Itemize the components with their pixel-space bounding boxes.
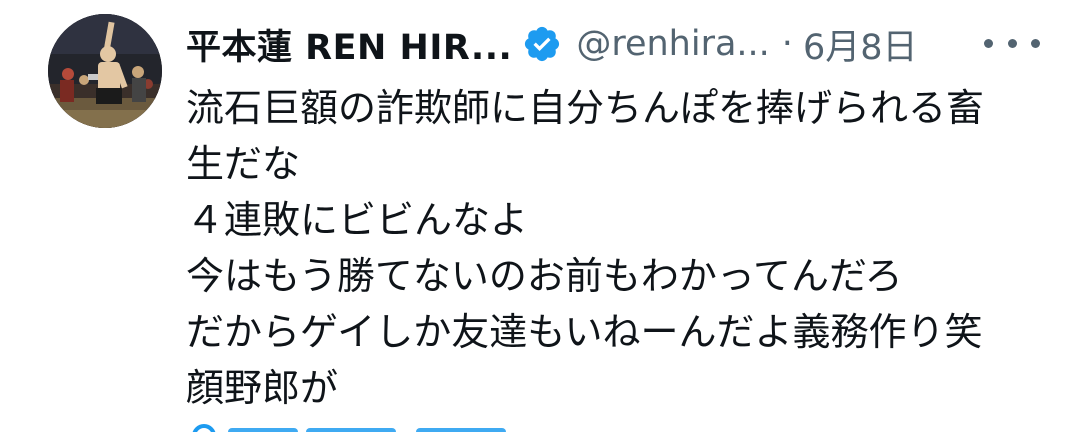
more-dot	[1007, 38, 1017, 48]
user-handle[interactable]: @renhira...	[576, 24, 769, 64]
globe-icon	[192, 424, 216, 432]
more-dot	[1031, 38, 1040, 48]
more-dot	[984, 38, 993, 48]
tweet-text-line: ４連敗にビビんなよ	[186, 198, 529, 242]
cutoff-text	[228, 428, 298, 432]
display-name[interactable]: 平本蓮 REN HIR...	[186, 19, 512, 70]
separator-dot: ·	[781, 24, 793, 64]
avatar[interactable]	[48, 14, 162, 128]
cutoff-text	[416, 428, 506, 432]
tweet-text-line: 今はもう勝てないのお前もわかってんだろ	[186, 254, 903, 298]
tweet-text-line: だからゲイしか友達もいねーんだよ義務作り笑	[186, 310, 983, 354]
tweet[interactable]: 平本蓮 REN HIR... @renhira... · 6月8日 流石巨額の詐…	[0, 0, 1080, 432]
tweet-header: 平本蓮 REN HIR... @renhira... · 6月8日	[186, 20, 917, 68]
translate-link-cutoff	[186, 420, 516, 432]
more-options-icon[interactable]	[984, 28, 1040, 58]
cutoff-text	[306, 428, 396, 432]
avatar-photo	[48, 14, 162, 128]
tweet-text-line: 顔野郎が	[186, 366, 339, 410]
verified-badge-icon	[522, 24, 562, 64]
tweet-text-line: 生だな	[186, 142, 301, 186]
tweet-text-line: 流石巨額の詐欺師に自分ちんぽを捧げられる畜	[186, 86, 985, 130]
tweet-date[interactable]: 6月8日	[803, 19, 918, 70]
tweet-text: 流石巨額の詐欺師に自分ちんぽを捧げられる畜 生だな ４連敗にビビんなよ 今はもう…	[186, 80, 1056, 416]
